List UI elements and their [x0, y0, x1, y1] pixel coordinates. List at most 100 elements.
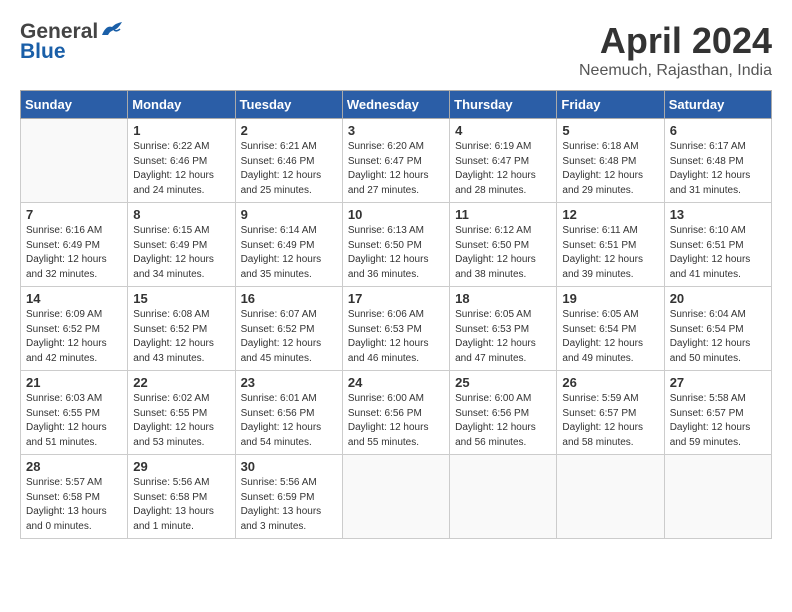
- day-info: Sunrise: 6:13 AM Sunset: 6:50 PM Dayligh…: [348, 224, 444, 282]
- day-info: Sunrise: 5:56 AM Sunset: 6:59 PM Dayligh…: [241, 476, 337, 534]
- day-info: Sunrise: 6:17 AM Sunset: 6:48 PM Dayligh…: [670, 140, 766, 198]
- calendar-cell: 12 Sunrise: 6:11 AM Sunset: 6:51 PM Dayli…: [557, 203, 664, 287]
- day-number: 29: [133, 459, 229, 474]
- day-info: Sunrise: 6:08 AM Sunset: 6:52 PM Dayligh…: [133, 308, 229, 366]
- week-row-4: 21 Sunrise: 6:03 AM Sunset: 6:55 PM Dayli…: [21, 371, 772, 455]
- day-info: Sunrise: 6:01 AM Sunset: 6:56 PM Dayligh…: [241, 392, 337, 450]
- calendar-cell: 22 Sunrise: 6:02 AM Sunset: 6:55 PM Dayli…: [128, 371, 235, 455]
- calendar-cell: 16 Sunrise: 6:07 AM Sunset: 6:52 PM Dayli…: [235, 287, 342, 371]
- day-info: Sunrise: 6:14 AM Sunset: 6:49 PM Dayligh…: [241, 224, 337, 282]
- day-number: 13: [670, 207, 766, 222]
- calendar-cell: 27Sunrise: 5:58 AM Sunset: 6:57 PM Dayli…: [664, 371, 771, 455]
- day-info: Sunrise: 6:18 AM Sunset: 6:48 PM Dayligh…: [562, 140, 658, 198]
- day-number: 27: [670, 375, 766, 390]
- calendar-cell: 4Sunrise: 6:19 AM Sunset: 6:47 PM Daylig…: [450, 119, 557, 203]
- calendar-cell: 21 Sunrise: 6:03 AM Sunset: 6:55 PM Dayli…: [21, 371, 128, 455]
- day-number: 30: [241, 459, 337, 474]
- column-header-friday: Friday: [557, 91, 664, 119]
- calendar-cell: 2 Sunrise: 6:21 AM Sunset: 6:46 PM Daylig…: [235, 119, 342, 203]
- day-number: 8: [133, 207, 229, 222]
- day-number: 15: [133, 291, 229, 306]
- column-header-sunday: Sunday: [21, 91, 128, 119]
- calendar-subtitle: Neemuch, Rajasthan, India: [579, 62, 772, 80]
- day-info: Sunrise: 6:11 AM Sunset: 6:51 PM Dayligh…: [562, 224, 658, 282]
- day-number: 25: [455, 375, 551, 390]
- day-number: 3: [348, 123, 444, 138]
- calendar-cell: 28Sunrise: 5:57 AM Sunset: 6:58 PM Dayli…: [21, 455, 128, 539]
- day-number: 20: [670, 291, 766, 306]
- day-number: 22: [133, 375, 229, 390]
- day-number: 4: [455, 123, 551, 138]
- calendar-cell: [21, 119, 128, 203]
- day-number: 21: [26, 375, 122, 390]
- calendar-cell: 6 Sunrise: 6:17 AM Sunset: 6:48 PM Daylig…: [664, 119, 771, 203]
- calendar-cell: 3 Sunrise: 6:20 AM Sunset: 6:47 PM Daylig…: [342, 119, 449, 203]
- day-info: Sunrise: 6:16 AM Sunset: 6:49 PM Dayligh…: [26, 224, 122, 282]
- column-header-monday: Monday: [128, 91, 235, 119]
- calendar-table: SundayMondayTuesdayWednesdayThursdayFrid…: [20, 90, 772, 539]
- day-number: 1: [133, 123, 229, 138]
- calendar-cell: 19 Sunrise: 6:05 AM Sunset: 6:54 PM Dayli…: [557, 287, 664, 371]
- day-info: Sunrise: 6:22 AM Sunset: 6:46 PM Dayligh…: [133, 140, 229, 198]
- day-number: 12: [562, 207, 658, 222]
- day-info: Sunrise: 6:00 AM Sunset: 6:56 PM Dayligh…: [348, 392, 444, 450]
- day-number: 28: [26, 459, 122, 474]
- calendar-cell: 14 Sunrise: 6:09 AM Sunset: 6:52 PM Dayli…: [21, 287, 128, 371]
- day-number: 16: [241, 291, 337, 306]
- day-number: 26: [562, 375, 658, 390]
- day-info: Sunrise: 6:06 AM Sunset: 6:53 PM Dayligh…: [348, 308, 444, 366]
- day-info: Sunrise: 5:56 AM Sunset: 6:58 PM Dayligh…: [133, 476, 229, 534]
- day-info: Sunrise: 6:15 AM Sunset: 6:49 PM Dayligh…: [133, 224, 229, 282]
- calendar-cell: 25Sunrise: 6:00 AM Sunset: 6:56 PM Dayli…: [450, 371, 557, 455]
- calendar-cell: 17Sunrise: 6:06 AM Sunset: 6:53 PM Dayli…: [342, 287, 449, 371]
- column-header-wednesday: Wednesday: [342, 91, 449, 119]
- day-info: Sunrise: 6:09 AM Sunset: 6:52 PM Dayligh…: [26, 308, 122, 366]
- calendar-header-row: SundayMondayTuesdayWednesdayThursdayFrid…: [21, 91, 772, 119]
- logo-bird-icon: [100, 21, 122, 39]
- page-header: General Blue April 2024 Neemuch, Rajasth…: [20, 20, 772, 80]
- column-header-tuesday: Tuesday: [235, 91, 342, 119]
- calendar-cell: [557, 455, 664, 539]
- day-info: Sunrise: 6:04 AM Sunset: 6:54 PM Dayligh…: [670, 308, 766, 366]
- column-header-saturday: Saturday: [664, 91, 771, 119]
- calendar-title: April 2024: [579, 20, 772, 62]
- day-info: Sunrise: 6:12 AM Sunset: 6:50 PM Dayligh…: [455, 224, 551, 282]
- day-number: 14: [26, 291, 122, 306]
- day-number: 24: [348, 375, 444, 390]
- day-number: 7: [26, 207, 122, 222]
- day-info: Sunrise: 6:21 AM Sunset: 6:46 PM Dayligh…: [241, 140, 337, 198]
- calendar-cell: 10 Sunrise: 6:13 AM Sunset: 6:50 PM Dayli…: [342, 203, 449, 287]
- column-header-thursday: Thursday: [450, 91, 557, 119]
- calendar-cell: 11Sunrise: 6:12 AM Sunset: 6:50 PM Dayli…: [450, 203, 557, 287]
- day-info: Sunrise: 6:05 AM Sunset: 6:54 PM Dayligh…: [562, 308, 658, 366]
- calendar-cell: 15 Sunrise: 6:08 AM Sunset: 6:52 PM Dayli…: [128, 287, 235, 371]
- calendar-cell: [450, 455, 557, 539]
- day-info: Sunrise: 6:07 AM Sunset: 6:52 PM Dayligh…: [241, 308, 337, 366]
- day-number: 2: [241, 123, 337, 138]
- calendar-cell: 13 Sunrise: 6:10 AM Sunset: 6:51 PM Dayli…: [664, 203, 771, 287]
- day-info: Sunrise: 6:02 AM Sunset: 6:55 PM Dayligh…: [133, 392, 229, 450]
- calendar-cell: [342, 455, 449, 539]
- logo-blue: Blue: [20, 40, 66, 64]
- calendar-cell: 24 Sunrise: 6:00 AM Sunset: 6:56 PM Dayli…: [342, 371, 449, 455]
- day-number: 6: [670, 123, 766, 138]
- day-number: 10: [348, 207, 444, 222]
- week-row-2: 7 Sunrise: 6:16 AM Sunset: 6:49 PM Daylig…: [21, 203, 772, 287]
- day-number: 5: [562, 123, 658, 138]
- day-info: Sunrise: 6:10 AM Sunset: 6:51 PM Dayligh…: [670, 224, 766, 282]
- calendar-cell: 5 Sunrise: 6:18 AM Sunset: 6:48 PM Daylig…: [557, 119, 664, 203]
- day-info: Sunrise: 5:59 AM Sunset: 6:57 PM Dayligh…: [562, 392, 658, 450]
- day-info: Sunrise: 6:20 AM Sunset: 6:47 PM Dayligh…: [348, 140, 444, 198]
- day-number: 23: [241, 375, 337, 390]
- calendar-cell: 8 Sunrise: 6:15 AM Sunset: 6:49 PM Daylig…: [128, 203, 235, 287]
- calendar-cell: 9 Sunrise: 6:14 AM Sunset: 6:49 PM Daylig…: [235, 203, 342, 287]
- day-number: 9: [241, 207, 337, 222]
- logo: General Blue: [20, 20, 122, 64]
- day-info: Sunrise: 6:03 AM Sunset: 6:55 PM Dayligh…: [26, 392, 122, 450]
- calendar-cell: 30 Sunrise: 5:56 AM Sunset: 6:59 PM Dayli…: [235, 455, 342, 539]
- calendar-cell: [664, 455, 771, 539]
- week-row-3: 14 Sunrise: 6:09 AM Sunset: 6:52 PM Dayli…: [21, 287, 772, 371]
- day-number: 19: [562, 291, 658, 306]
- calendar-cell: 26 Sunrise: 5:59 AM Sunset: 6:57 PM Dayli…: [557, 371, 664, 455]
- week-row-5: 28Sunrise: 5:57 AM Sunset: 6:58 PM Dayli…: [21, 455, 772, 539]
